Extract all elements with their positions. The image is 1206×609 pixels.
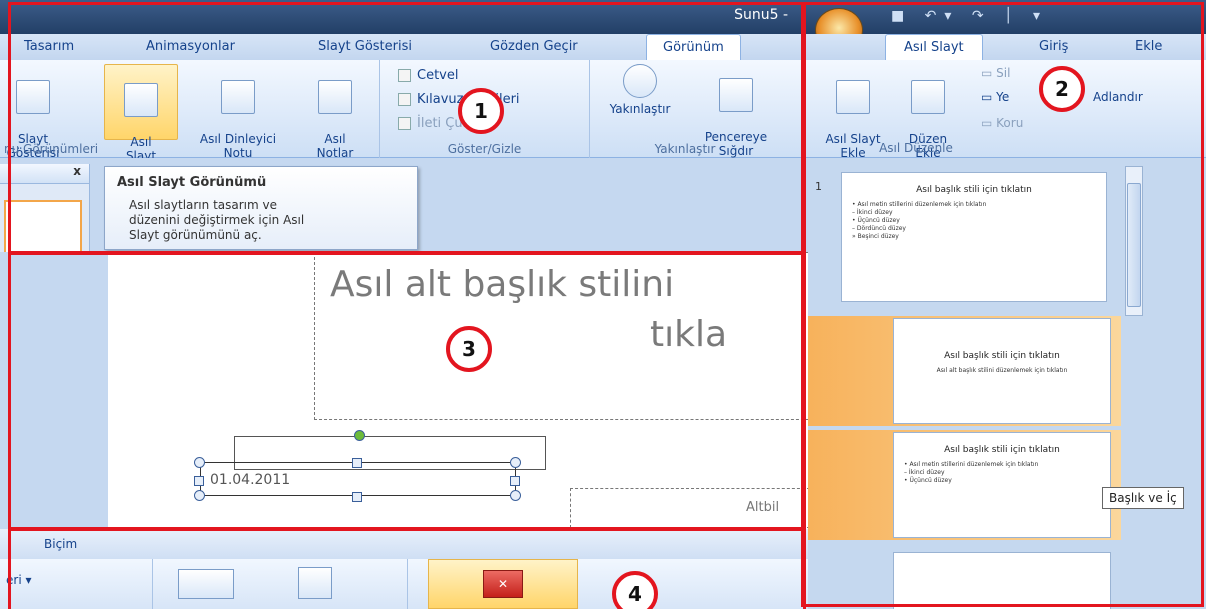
highlight-frame-1 — [8, 2, 806, 254]
highlight-frame-2 — [801, 2, 1204, 607]
highlight-frame-4 — [8, 528, 806, 609]
highlight-frame-3 — [8, 252, 806, 530]
